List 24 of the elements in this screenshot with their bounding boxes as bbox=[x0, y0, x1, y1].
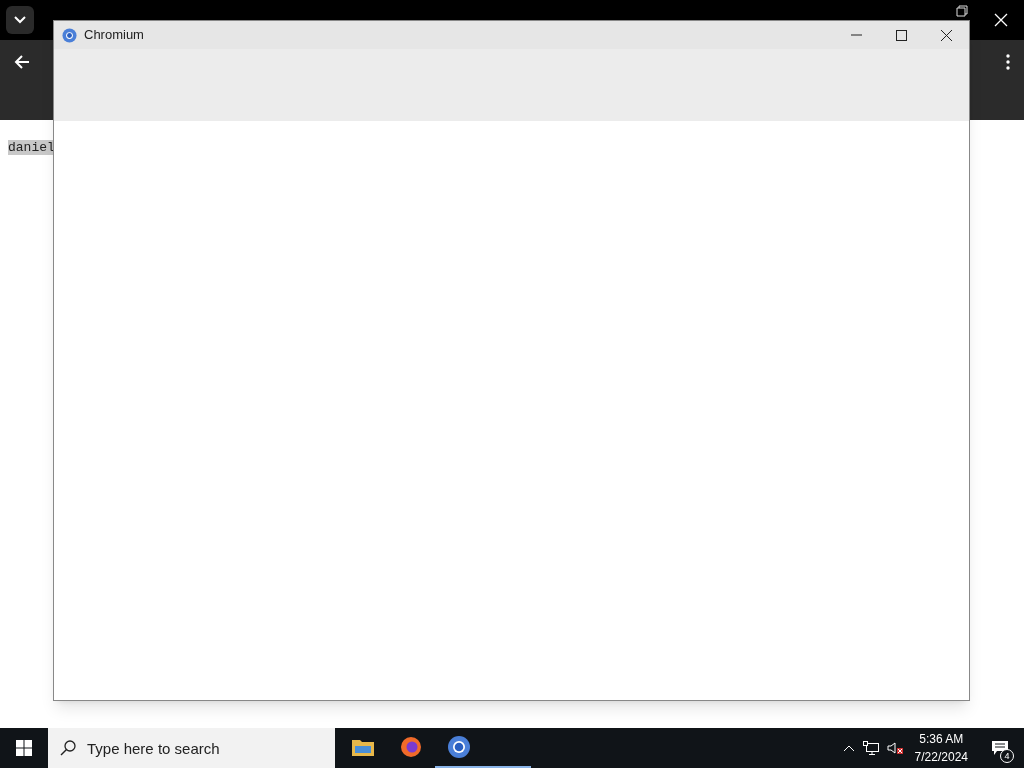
close-icon[interactable] bbox=[994, 13, 1008, 27]
speaker-muted-icon[interactable] bbox=[886, 741, 903, 755]
close-icon bbox=[941, 29, 952, 41]
fox-globe-icon bbox=[400, 736, 422, 758]
restore-icon[interactable] bbox=[956, 5, 968, 17]
network-icon[interactable] bbox=[862, 741, 879, 755]
search-icon bbox=[60, 740, 76, 756]
clock[interactable]: 5:36 AM 7/22/2024 bbox=[910, 730, 972, 766]
back-arrow-icon[interactable] bbox=[14, 54, 30, 70]
windows-logo-icon bbox=[16, 740, 32, 756]
folder-icon bbox=[352, 738, 374, 756]
chevron-up-icon[interactable] bbox=[842, 744, 855, 752]
chromium-logo-icon bbox=[447, 735, 471, 759]
search-field[interactable]: Type here to search bbox=[48, 728, 335, 768]
menu-icon[interactable] bbox=[1006, 54, 1010, 70]
maximize-icon bbox=[896, 29, 907, 41]
notifications-button[interactable]: 4 bbox=[980, 728, 1020, 768]
minimize-icon bbox=[851, 34, 862, 36]
notification-count: 4 bbox=[1000, 749, 1014, 763]
page-text: daniel bbox=[8, 140, 55, 155]
chromium-logo-icon bbox=[62, 27, 77, 43]
window-title: Chromium bbox=[84, 26, 144, 45]
chevron-down-icon bbox=[14, 16, 26, 24]
tab-search-button[interactable] bbox=[6, 6, 34, 34]
